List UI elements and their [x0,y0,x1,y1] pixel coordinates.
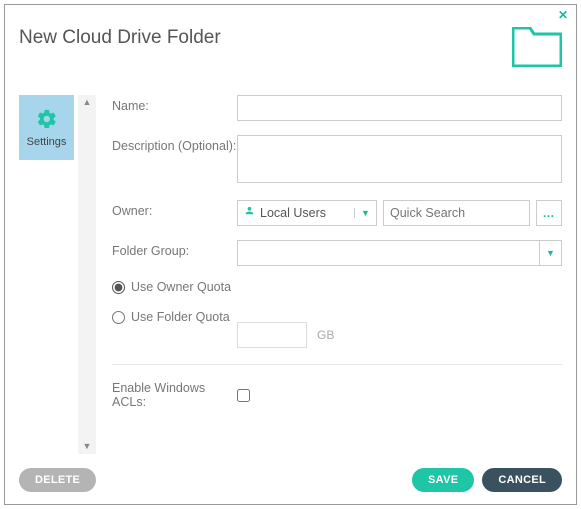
close-icon[interactable]: ✕ [558,9,568,21]
sidebar-item-settings[interactable]: Settings [19,95,74,160]
folder-quota-value-input[interactable] [237,322,307,348]
gear-icon [36,108,58,130]
use-owner-quota-input[interactable] [112,281,125,294]
description-input[interactable] [237,135,562,183]
user-icon [244,206,255,220]
use-owner-quota-radio[interactable]: Use Owner Quota [112,280,562,294]
folder-group-dropdown[interactable]: ▼ [237,240,562,266]
sidebar: Settings [19,95,74,454]
folder-group-value [238,241,539,265]
owner-browse-button[interactable]: … [536,200,562,226]
enable-acls-label: Enable Windows ACLs: [112,381,237,409]
chevron-down-icon[interactable]: ▼ [354,208,376,218]
owner-scope-value: Local Users [260,206,326,220]
sidebar-item-label: Settings [27,136,67,148]
scroll-down-icon[interactable]: ▼ [83,442,92,451]
name-label: Name: [112,95,237,113]
enable-acls-checkbox[interactable] [237,389,250,402]
description-label: Description (Optional): [112,135,237,153]
folder-group-label: Folder Group: [112,240,237,258]
folder-quota-unit: GB [317,328,334,342]
owner-scope-dropdown[interactable]: Local Users ▼ [237,200,377,226]
scrollbar[interactable]: ▲ ▼ [78,95,96,454]
owner-label: Owner: [112,200,237,218]
use-owner-quota-label: Use Owner Quota [131,280,231,294]
scroll-up-icon[interactable]: ▲ [83,98,92,107]
cancel-button[interactable]: CANCEL [482,468,562,492]
save-button[interactable]: SAVE [412,468,474,492]
new-cloud-folder-dialog: ✕ New Cloud Drive Folder Settings ▲ ▼ N [4,4,577,505]
dialog-footer: DELETE SAVE CANCEL [19,468,562,492]
settings-form: Name: Description (Optional): Owner: [96,95,562,454]
chevron-down-icon[interactable]: ▼ [539,241,561,265]
use-folder-quota-label: Use Folder Quota [131,310,230,324]
divider [112,364,562,365]
folder-icon [512,27,562,72]
delete-button[interactable]: DELETE [19,468,96,492]
owner-search-input[interactable] [383,200,530,226]
use-folder-quota-input[interactable] [112,311,125,324]
dialog-title: New Cloud Drive Folder [19,27,221,49]
name-input[interactable] [237,95,562,121]
